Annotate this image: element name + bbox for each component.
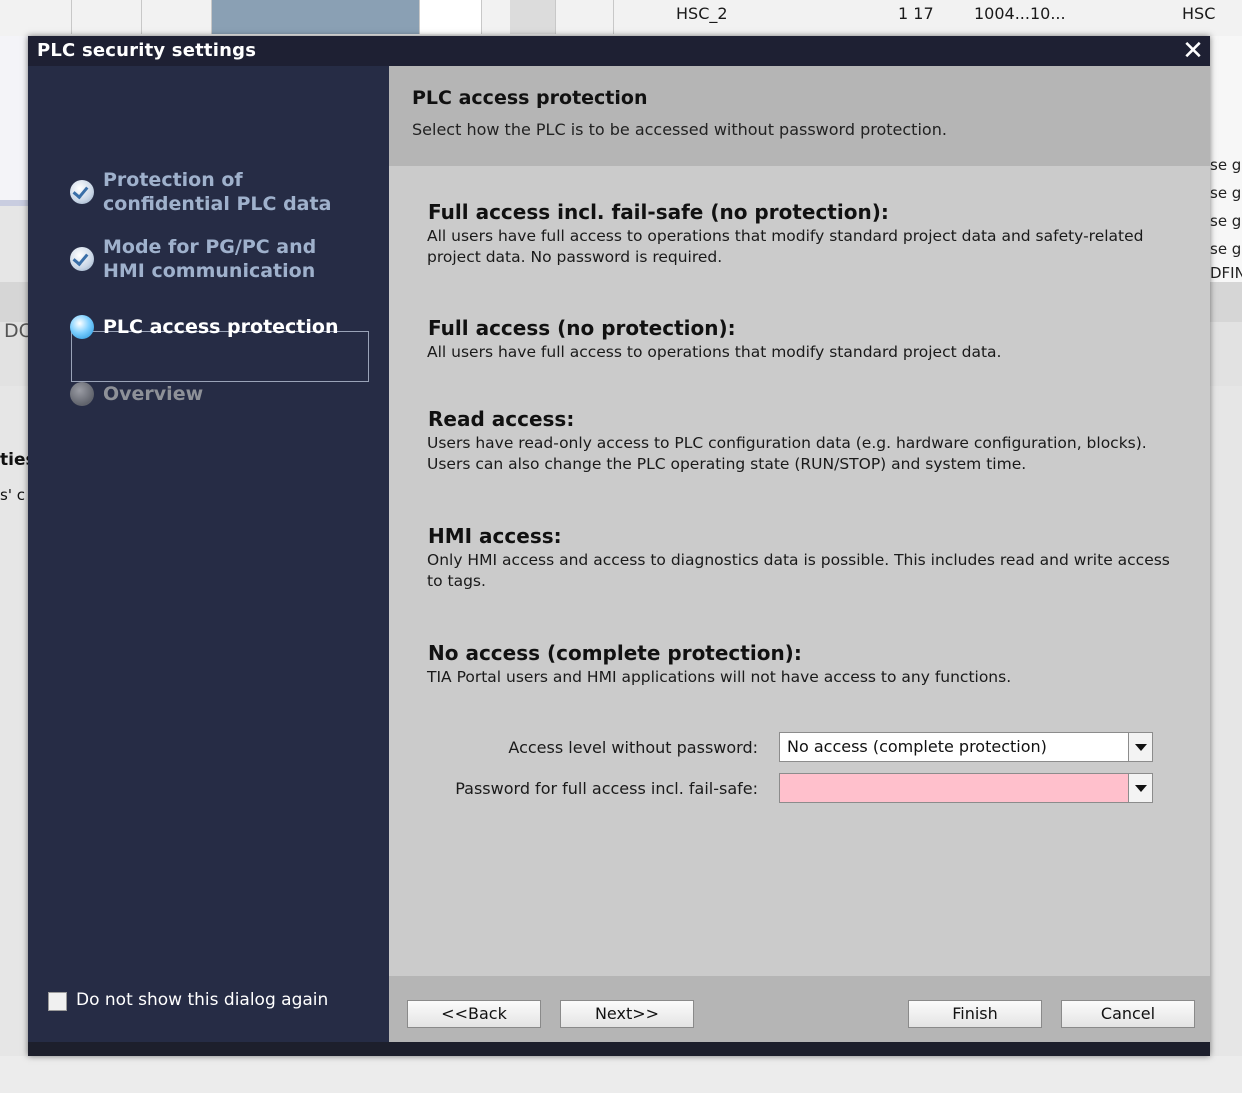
bg-text-fragment: se g <box>1210 240 1242 258</box>
option-desc-hmi-access: Only HMI access and access to diagnostic… <box>427 551 1170 590</box>
next-button[interactable]: Next>> <box>560 1000 694 1028</box>
option-desc-no-access: TIA Portal users and HMI applications wi… <box>427 668 1012 686</box>
option-title-full-access: Full access (no protection): <box>428 316 736 340</box>
bg-left-panel <box>0 36 28 206</box>
bg-text-fragment: DFIN <box>1210 264 1242 282</box>
dialog-titlebar: PLC security settings ✕ <box>28 36 1210 66</box>
check-icon <box>70 247 94 271</box>
nav-item-plc-access-protection[interactable]: PLC access protection <box>70 315 370 341</box>
dont-show-label: Do not show this dialog again <box>76 990 329 1010</box>
bg-toolbar <box>1210 322 1242 386</box>
nav-item-overview[interactable]: Overview <box>70 382 370 408</box>
access-level-dropdown[interactable]: No access (complete protection) <box>779 732 1153 762</box>
nav-item-protection-of-confidential-plc-data[interactable]: Protection of confidential PLC data <box>70 168 370 218</box>
content-header: PLC access protection Select how the PLC… <box>389 66 1210 166</box>
nav-item-label: PLC access protection <box>103 316 339 338</box>
bg-cell-address: 1 17 <box>898 4 934 23</box>
back-button[interactable]: <<Back <box>407 1000 541 1028</box>
background-table-row: HSC_2 1 17 1004...10... HSC <box>0 0 1242 36</box>
bg-cell <box>0 0 72 34</box>
bg-cell <box>420 0 482 34</box>
access-level-label: Access level without password: <box>508 738 758 757</box>
content-panel: PLC access protection Select how the PLC… <box>389 66 1210 976</box>
bg-cell <box>510 0 556 34</box>
bg-cell-range: 1004...10... <box>974 4 1066 23</box>
chevron-down-icon[interactable] <box>1128 733 1152 761</box>
check-icon <box>70 180 94 204</box>
dialog-title: PLC security settings <box>37 40 257 61</box>
nav-item-mode-for-pg-pc-and-hmi-communication[interactable]: Mode for PG/PC and HMI communication <box>70 235 370 285</box>
bg-text-fragment: se g <box>1210 212 1242 230</box>
bg-bottom-area <box>0 1056 1242 1093</box>
finish-button[interactable]: Finish <box>908 1000 1042 1028</box>
nav-item-label: Protection of confidential PLC data <box>103 169 332 215</box>
bg-cell-type: HSC <box>1182 4 1216 23</box>
chevron-down-icon[interactable] <box>1128 774 1152 802</box>
cancel-button[interactable]: Cancel <box>1061 1000 1195 1028</box>
bg-text-fragment: s' c <box>0 486 25 504</box>
option-title-hmi-access: HMI access: <box>428 524 562 548</box>
dialog-bottom-border <box>28 1042 1210 1056</box>
bg-cell <box>142 0 212 34</box>
wizard-nav: Protection of confidential PLC data Mode… <box>28 66 389 1042</box>
bg-toolbar <box>1210 282 1242 322</box>
bg-cell <box>72 0 142 34</box>
option-title-read-access: Read access: <box>428 407 575 431</box>
password-label: Password for full access incl. fail-safe… <box>455 779 758 798</box>
option-desc-read-access: Users have read-only access to PLC confi… <box>427 434 1147 473</box>
bg-text-fragment: se g <box>1210 156 1242 174</box>
bg-cell <box>556 0 614 34</box>
close-icon[interactable]: ✕ <box>1180 38 1206 64</box>
nav-item-label: Overview <box>103 383 204 405</box>
nav-item-label: Mode for PG/PC and HMI communication <box>103 236 317 282</box>
page-title: PLC access protection <box>412 87 648 109</box>
bg-cell-name: HSC_2 <box>676 4 728 23</box>
option-title-no-access: No access (complete protection): <box>428 641 802 665</box>
option-desc-full-access: All users have full access to operations… <box>427 343 1002 361</box>
pending-step-icon <box>70 382 94 406</box>
dialog-footer: <<Back Next>> Finish Cancel <box>389 976 1210 1042</box>
option-title-full-access-fail-safe: Full access incl. fail-safe (no protecti… <box>428 200 889 224</box>
bg-text-fragment: se g <box>1210 184 1242 202</box>
bg-selected-cell <box>212 0 420 34</box>
bg-right-column: se g se g se g se g DFIN <box>1210 36 1242 286</box>
password-field[interactable] <box>779 773 1153 803</box>
plc-security-settings-dialog: PLC security settings ✕ Protection of co… <box>28 36 1210 1056</box>
page-subtitle: Select how the PLC is to be accessed wit… <box>412 120 947 139</box>
active-step-icon <box>70 315 94 339</box>
access-level-value: No access (complete protection) <box>787 737 1047 756</box>
dont-show-checkbox[interactable] <box>48 992 67 1011</box>
bg-toolbar <box>0 282 28 322</box>
option-desc-full-access-fail-safe: All users have full access to operations… <box>427 227 1144 266</box>
